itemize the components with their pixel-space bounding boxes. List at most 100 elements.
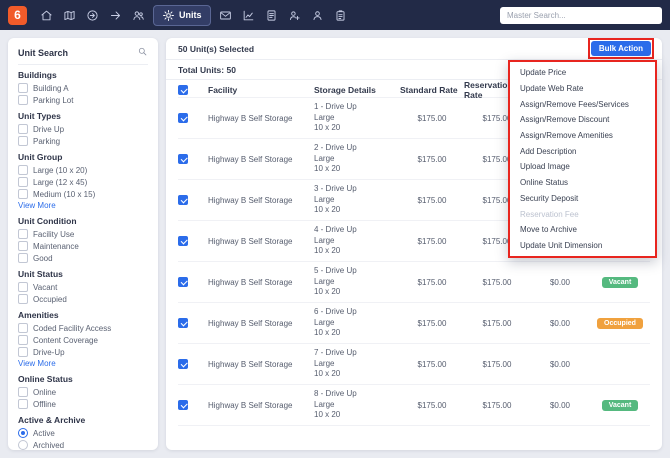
filter-option-label: Large (10 x 20): [33, 165, 88, 175]
row-checkbox[interactable]: [178, 318, 188, 328]
row-checkbox[interactable]: [178, 400, 188, 410]
row-checkbox[interactable]: [178, 359, 188, 369]
bulk-menu-item[interactable]: Upload Image: [510, 159, 655, 175]
bulk-menu-item[interactable]: Add Description: [510, 143, 655, 159]
checkbox-unchecked[interactable]: [18, 83, 28, 93]
bulk-action-button[interactable]: Bulk Action: [590, 41, 651, 56]
storage-details-cell: 2 - Drive Up Large 10 x 20: [314, 143, 400, 175]
checkbox-unchecked[interactable]: [18, 253, 28, 263]
filter-option-radio[interactable]: Active: [18, 427, 148, 439]
filter-option-checkbox[interactable]: Drive-Up: [18, 346, 148, 358]
filter-section-title: Unit Status: [18, 269, 63, 279]
storage-detail-line: 5 - Drive Up: [314, 266, 357, 276]
nav-item-units[interactable]: Units: [153, 4, 211, 26]
nav-item-home[interactable]: [35, 4, 57, 26]
checkbox-unchecked[interactable]: [18, 165, 28, 175]
filter-option-checkbox[interactable]: Offline: [18, 398, 148, 410]
checkbox-unchecked[interactable]: [18, 136, 28, 146]
storage-detail-line: 10 x 20: [314, 369, 341, 379]
nav-item-move-in[interactable]: [81, 4, 103, 26]
documents-icon: [265, 9, 278, 22]
checkbox-unchecked[interactable]: [18, 294, 28, 304]
filter-option-checkbox[interactable]: Good: [18, 252, 148, 264]
bulk-menu-item[interactable]: Assign/Remove Amenities: [510, 128, 655, 144]
bulk-menu-item[interactable]: Update Price: [510, 65, 655, 81]
row-checkbox[interactable]: [178, 195, 188, 205]
filter-option-label: Building A: [33, 83, 69, 93]
filter-option-checkbox[interactable]: Medium (10 x 15): [18, 188, 148, 200]
filter-option-checkbox[interactable]: Parking: [18, 135, 148, 147]
filter-option-checkbox[interactable]: Maintenance: [18, 240, 148, 252]
brand-logo[interactable]: 6: [8, 5, 27, 25]
search-icon[interactable]: [137, 46, 148, 59]
filter-option-checkbox[interactable]: Building A: [18, 82, 148, 94]
checkbox-unchecked[interactable]: [18, 124, 28, 134]
storage-detail-line: 4 - Drive Up: [314, 225, 357, 235]
nav-item-tasks[interactable]: [330, 4, 352, 26]
filter-option-checkbox[interactable]: Large (12 x 45): [18, 176, 148, 188]
checkbox-unchecked[interactable]: [18, 399, 28, 409]
row-checkbox[interactable]: [178, 236, 188, 246]
nav-item-documents[interactable]: [261, 4, 283, 26]
checkbox-unchecked[interactable]: [18, 347, 28, 357]
filter-option-checkbox[interactable]: Content Coverage: [18, 334, 148, 346]
view-more-link[interactable]: View More: [18, 201, 148, 211]
filter-option-checkbox[interactable]: Vacant: [18, 281, 148, 293]
master-search-input[interactable]: [500, 6, 662, 24]
checkbox-unchecked[interactable]: [18, 323, 28, 333]
nav-item-move-out[interactable]: [104, 4, 126, 26]
filter-option-checkbox[interactable]: Coded Facility Access: [18, 322, 148, 334]
bulk-menu-item[interactable]: Update Web Rate: [510, 81, 655, 97]
row-checkbox[interactable]: [178, 154, 188, 164]
nav-item-tenant[interactable]: [307, 4, 329, 26]
row-checkbox[interactable]: [178, 113, 188, 123]
nav-item-reports[interactable]: [238, 4, 260, 26]
nav-item-mail[interactable]: [215, 4, 237, 26]
filter-section-title: Unit Group: [18, 152, 63, 162]
filter-option-checkbox[interactable]: Occupied: [18, 293, 148, 305]
filter-option-checkbox[interactable]: Large (10 x 20): [18, 164, 148, 176]
radio-unselected[interactable]: [18, 440, 28, 450]
filter-option-checkbox[interactable]: Online: [18, 386, 148, 398]
storage-detail-line: 2 - Drive Up: [314, 143, 357, 153]
nav-item-add-tenant[interactable]: [284, 4, 306, 26]
checkbox-unchecked[interactable]: [18, 177, 28, 187]
checkbox-unchecked[interactable]: [18, 229, 28, 239]
bulk-menu-item[interactable]: Update Unit Dimension: [510, 238, 655, 254]
annotation-box-bulk-action: Bulk Action: [587, 38, 654, 59]
bulk-menu-item[interactable]: Online Status: [510, 175, 655, 191]
standard-rate-cell: $175.00: [417, 195, 447, 205]
storage-detail-line: 1 - Drive Up: [314, 102, 357, 112]
radio-selected[interactable]: [18, 428, 28, 438]
checkbox-unchecked[interactable]: [18, 282, 28, 292]
tasks-icon: [334, 9, 347, 22]
status-badge: Vacant: [601, 399, 639, 411]
unit-search-label: Unit Search: [18, 47, 69, 58]
checkbox-unchecked[interactable]: [18, 335, 28, 345]
facility-cell: Highway B Self Storage: [208, 400, 293, 410]
bulk-menu-item[interactable]: Assign/Remove Discount: [510, 112, 655, 128]
nav-item-map[interactable]: [58, 4, 80, 26]
filter-option-checkbox[interactable]: Parking Lot: [18, 94, 148, 106]
view-more-link[interactable]: View More: [18, 359, 148, 369]
bulk-menu-item[interactable]: Move to Archive: [510, 222, 655, 238]
total-units-text: Total Units: 50: [178, 64, 236, 75]
row-checkbox-cell: [178, 359, 208, 369]
checkbox-unchecked[interactable]: [18, 95, 28, 105]
row-checkbox[interactable]: [178, 277, 188, 287]
checkbox-unchecked[interactable]: [18, 241, 28, 251]
filter-option-checkbox[interactable]: Facility Use: [18, 228, 148, 240]
filter-option-label: Occupied: [33, 294, 67, 304]
checkbox-unchecked[interactable]: [18, 189, 28, 199]
mail-icon: [219, 9, 232, 22]
status-cell: Vacant: [590, 276, 650, 288]
checkbox-unchecked[interactable]: [18, 387, 28, 397]
nav-item-tenants[interactable]: [127, 4, 149, 26]
filter-option-checkbox[interactable]: Drive Up: [18, 123, 148, 135]
bulk-menu-item[interactable]: Security Deposit: [510, 191, 655, 207]
filter-section: Active & Archive Active Archived: [18, 415, 148, 450]
filter-option-radio[interactable]: Archived: [18, 439, 148, 450]
unit-search-header[interactable]: Unit Search: [18, 46, 148, 65]
bulk-menu-item[interactable]: Assign/Remove Fees/Services: [510, 96, 655, 112]
select-all-checkbox[interactable]: [178, 85, 188, 95]
